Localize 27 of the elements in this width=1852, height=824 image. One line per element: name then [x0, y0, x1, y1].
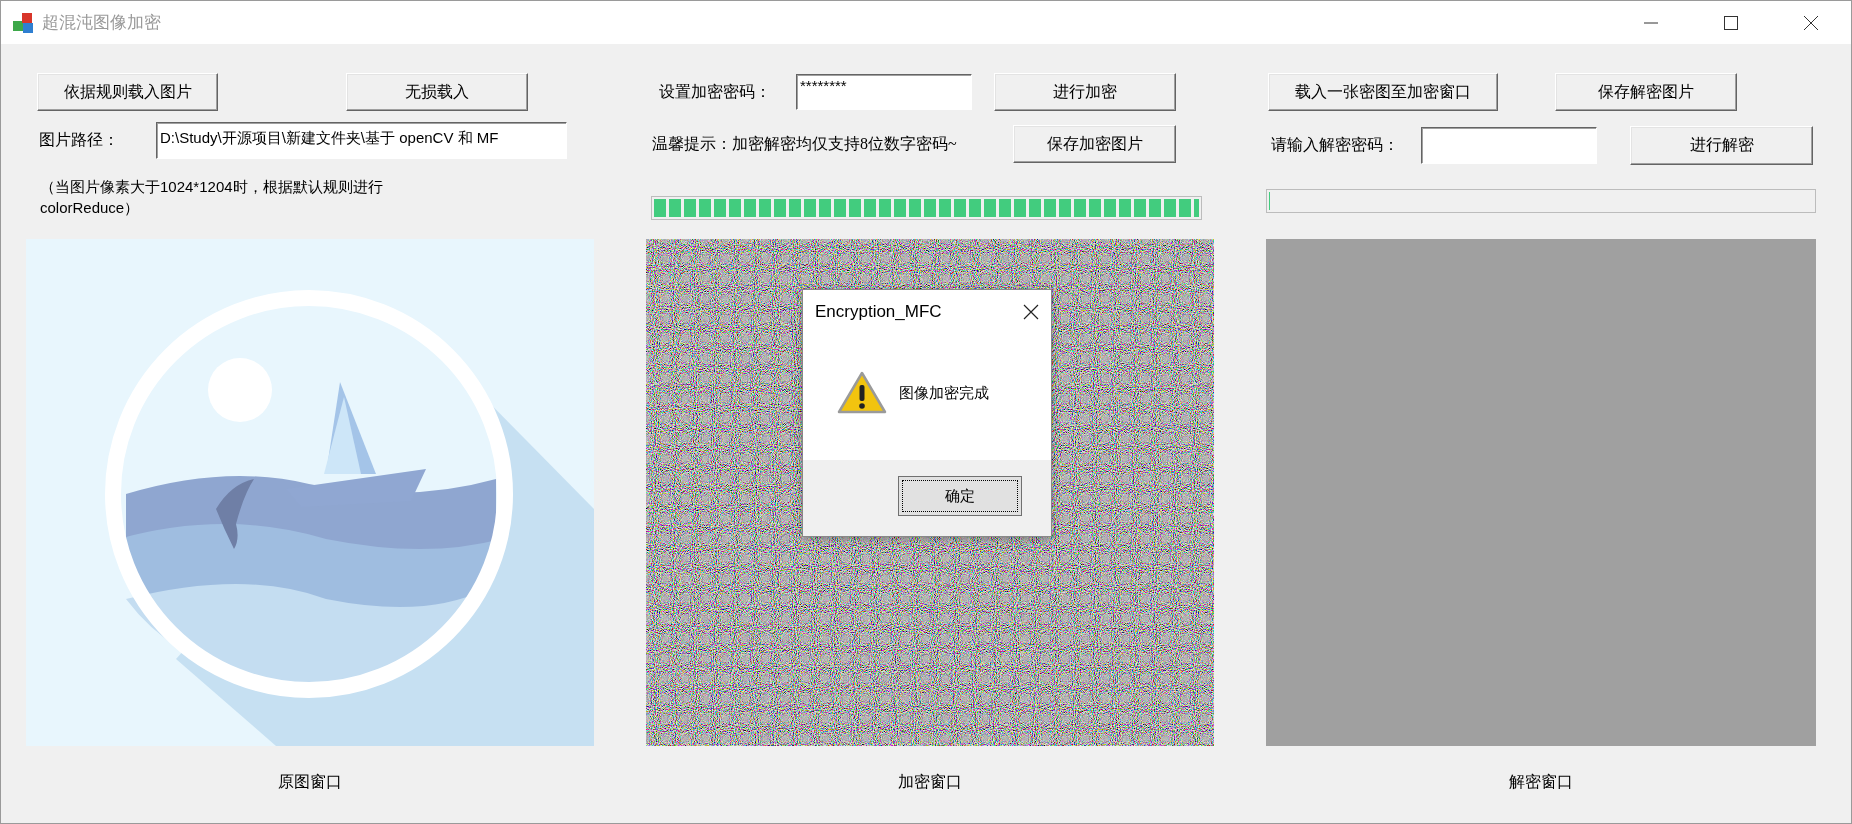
ok-button[interactable]: 确定 — [898, 476, 1022, 516]
password-field[interactable] — [1421, 127, 1597, 164]
image-caption: 解密窗口 — [1509, 772, 1573, 792]
path-field[interactable]: D:\Study\开源项目\新建文件夹\基于 openCV 和 MF — [156, 122, 567, 159]
hint-text: 温馨提示：加密解密均仅支持8位数字密码~ — [652, 133, 958, 154]
password-field[interactable]: ******** — [796, 74, 972, 110]
warning-icon — [837, 371, 887, 415]
password-label: 设置加密密码： — [659, 81, 772, 102]
password-label: 请输入解密密码： — [1271, 135, 1400, 155]
dialog-title: Encryption_MFC — [815, 302, 942, 322]
encrypt-button[interactable]: 进行加密 — [994, 73, 1176, 111]
save-encrypted-button[interactable]: 保存加密图片 — [1013, 125, 1176, 163]
load-image-button[interactable]: 依据规则载入图片 — [37, 73, 218, 111]
window-title: 超混沌图像加密 — [42, 11, 161, 34]
cubes-icon — [12, 11, 34, 34]
image-caption: 加密窗口 — [898, 772, 962, 792]
save-decrypted-button[interactable]: 保存解密图片 — [1555, 73, 1737, 111]
decrypt-button[interactable]: 进行解密 — [1630, 126, 1813, 165]
dialog-message: 图像加密完成 — [899, 383, 989, 403]
image-caption: 原图窗口 — [278, 772, 342, 792]
lossless-load-button[interactable]: 无损载入 — [346, 73, 528, 111]
close-icon[interactable] — [1804, 15, 1818, 30]
load-cipher-image-button[interactable]: 载入一张密图至加密窗口 — [1268, 73, 1498, 111]
close-icon[interactable] — [1023, 304, 1039, 320]
maximize-icon[interactable] — [1724, 15, 1738, 30]
note-text: （当图片像素大于1024*1204时，根据默认规则进行colorReduce） — [40, 177, 384, 218]
path-label: 图片路径： — [39, 130, 120, 150]
